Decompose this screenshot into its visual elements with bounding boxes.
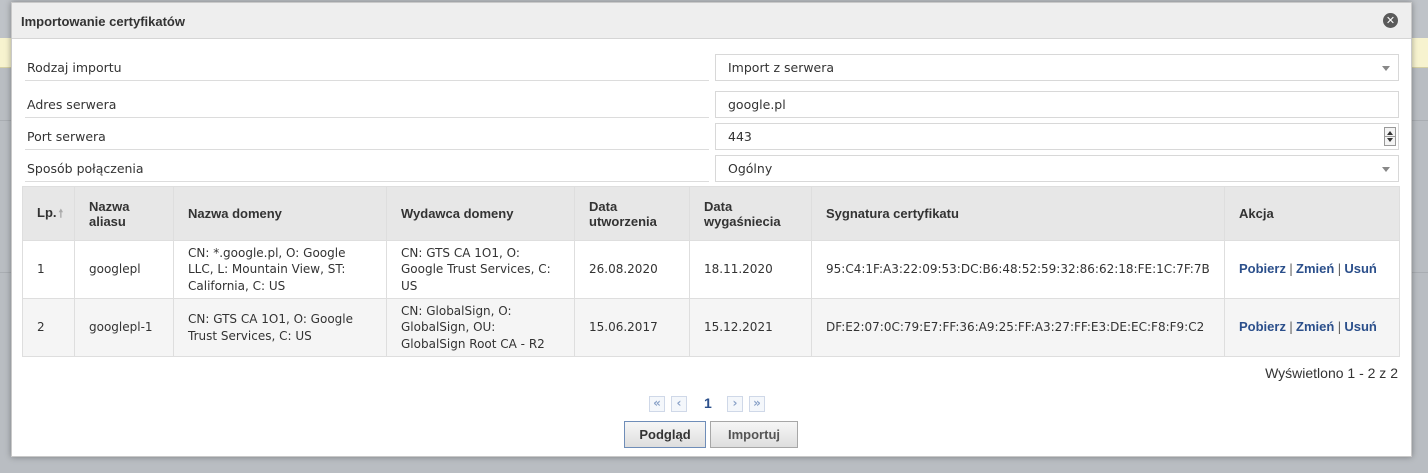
server-address-input[interactable]: google.pl xyxy=(715,91,1399,118)
link-separator: | xyxy=(1288,262,1294,277)
link-separator: | xyxy=(1337,262,1342,277)
column-header-signature[interactable]: Sygnatura certyfikatu xyxy=(811,186,1225,241)
import-type-label: Rodzaj importu xyxy=(25,54,709,81)
records-summary: Wyświetlono 1 - 2 z 2 xyxy=(1265,365,1398,381)
table-row[interactable]: 1 googlepl CN: *.google.pl, O: Google LL… xyxy=(22,240,1400,299)
import-button[interactable]: Importuj xyxy=(710,421,798,448)
column-header-alias[interactable]: Nazwa aliasu xyxy=(74,186,174,241)
column-header-created[interactable]: Data utworzenia xyxy=(574,186,690,241)
form-row-server-address: Adres serwera google.pl xyxy=(25,91,1399,118)
table-header-row: Lp. 🠕 Nazwa aliasu Nazwa domeny Wydawca d… xyxy=(22,186,1400,241)
certificates-table: Lp. 🠕 Nazwa aliasu Nazwa domeny Wydawca d… xyxy=(22,186,1400,357)
cell-created: 15.06.2017 xyxy=(574,298,690,357)
cell-issuer: CN: GTS CA 1O1, O: Google Trust Services… xyxy=(386,240,575,299)
form-row-import-type: Rodzaj importu Import z serwera xyxy=(25,54,1399,81)
import-type-select[interactable]: Import z serwera xyxy=(715,54,1399,81)
close-icon[interactable]: ✕ xyxy=(1383,13,1398,28)
form-row-server-port: Port serwera 443 xyxy=(25,123,1399,150)
cell-expires: 18.11.2020 xyxy=(689,240,812,299)
chevron-down-icon xyxy=(1382,66,1390,71)
stepper-divider xyxy=(1385,136,1395,137)
cell-alias: googlepl-1 xyxy=(74,298,174,357)
cell-lp: 2 xyxy=(22,298,75,357)
connection-mode-value: Ogólny xyxy=(728,161,773,176)
cell-signature: DF:E2:07:0C:79:E7:FF:36:A9:25:FF:A3:27:F… xyxy=(811,298,1225,357)
column-header-action: Akcja xyxy=(1224,186,1400,241)
server-address-label: Adres serwera xyxy=(25,91,709,118)
cell-actions: Pobierz | Zmień | Usuń xyxy=(1224,240,1400,299)
preview-button[interactable]: Podgląd xyxy=(624,421,706,448)
cell-domain: CN: GTS CA 1O1, O: Google Trust Services… xyxy=(173,298,387,357)
current-page[interactable]: 1 xyxy=(704,395,712,411)
server-port-label: Port serwera xyxy=(25,123,709,150)
server-address-value: google.pl xyxy=(728,97,786,112)
stepper-up-icon[interactable] xyxy=(1387,131,1393,135)
connection-mode-select[interactable]: Ogólny xyxy=(715,155,1399,182)
dialog-header: Importowanie certyfikatów ✕ xyxy=(12,3,1411,39)
delete-link[interactable]: Usuń xyxy=(1344,261,1377,276)
column-header-issuer[interactable]: Wydawca domeny xyxy=(386,186,575,241)
cell-issuer: CN: GlobalSign, O: GlobalSign, OU: Globa… xyxy=(386,298,575,357)
server-port-value: 443 xyxy=(728,129,752,144)
cell-actions: Pobierz | Zmień | Usuń xyxy=(1224,298,1400,357)
last-page-icon[interactable]: » xyxy=(749,396,765,412)
connection-mode-label: Sposób połączenia xyxy=(25,155,709,182)
dialog-title: Importowanie certyfikatów xyxy=(21,14,185,29)
import-certificates-dialog: Importowanie certyfikatów ✕ Rodzaj impor… xyxy=(11,2,1412,457)
table-row[interactable]: 2 googlepl-1 CN: GTS CA 1O1, O: Google T… xyxy=(22,298,1400,357)
cell-signature: 95:C4:1F:A3:22:09:53:DC:B6:48:52:59:32:8… xyxy=(811,240,1225,299)
import-type-value: Import z serwera xyxy=(728,60,835,75)
download-link[interactable]: Pobierz xyxy=(1239,319,1286,334)
column-header-lp-label: Lp. xyxy=(37,205,57,220)
prev-page-icon[interactable]: ‹ xyxy=(671,396,687,412)
form-row-connection-mode: Sposób połączenia Ogólny xyxy=(25,155,1399,182)
stepper-down-icon[interactable] xyxy=(1387,138,1393,142)
column-header-expires[interactable]: Data wygaśniecia xyxy=(689,186,812,241)
port-stepper[interactable] xyxy=(1384,127,1396,146)
chevron-down-icon xyxy=(1382,167,1390,172)
delete-link[interactable]: Usuń xyxy=(1344,319,1377,334)
cell-created: 26.08.2020 xyxy=(574,240,690,299)
change-link[interactable]: Zmień xyxy=(1296,319,1334,334)
first-page-icon[interactable]: « xyxy=(649,396,665,412)
cell-lp: 1 xyxy=(22,240,75,299)
download-link[interactable]: Pobierz xyxy=(1239,261,1286,276)
link-separator: | xyxy=(1288,320,1294,335)
cell-domain: CN: *.google.pl, O: Google LLC, L: Mount… xyxy=(173,240,387,299)
cell-expires: 15.12.2021 xyxy=(689,298,812,357)
link-separator: | xyxy=(1337,320,1342,335)
server-port-input[interactable]: 443 xyxy=(715,123,1399,150)
column-header-lp[interactable]: Lp. 🠕 xyxy=(22,186,75,241)
cell-alias: googlepl xyxy=(74,240,174,299)
next-page-icon[interactable]: › xyxy=(727,396,743,412)
sort-arrow-up-icon: 🠕 xyxy=(58,208,64,220)
change-link[interactable]: Zmień xyxy=(1296,261,1334,276)
column-header-domain[interactable]: Nazwa domeny xyxy=(173,186,387,241)
